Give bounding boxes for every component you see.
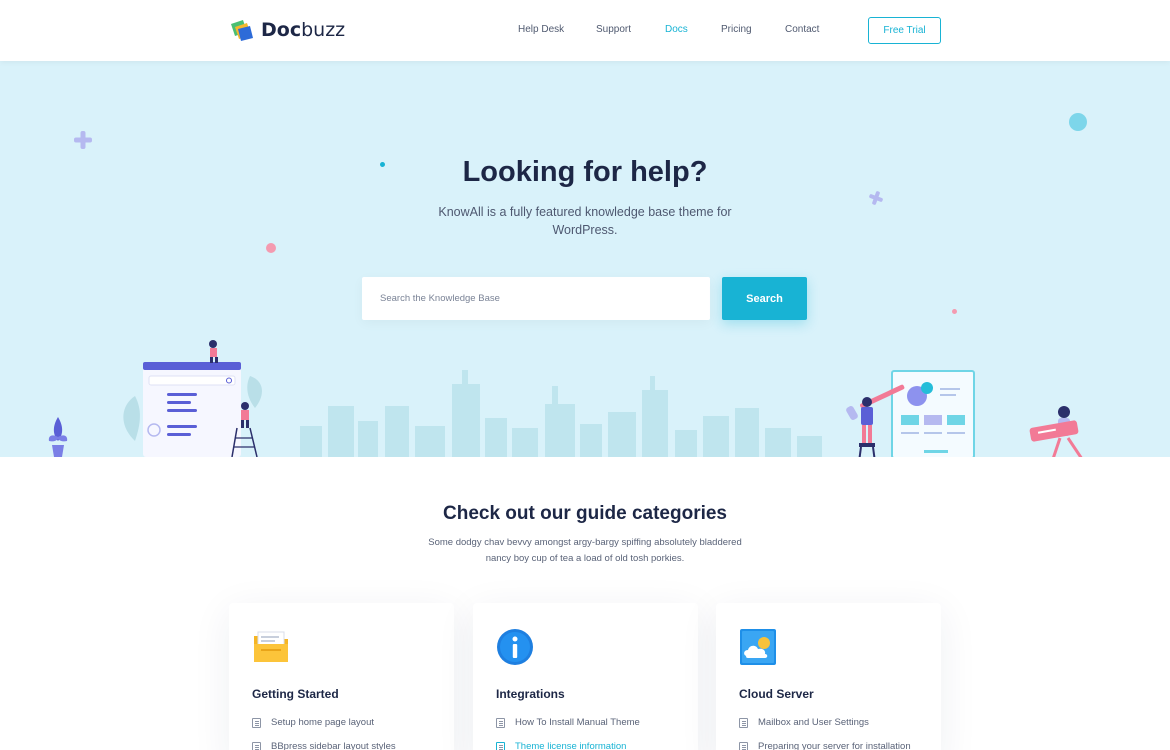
categories-title: Check out our guide categories bbox=[443, 503, 727, 524]
nav-support[interactable]: Support bbox=[596, 24, 631, 35]
search-button[interactable]: Search bbox=[722, 277, 807, 320]
card-title: Integrations bbox=[496, 687, 565, 701]
dot-shape bbox=[266, 243, 276, 253]
category-card-integrations[interactable]: Integrations How To Install Manual Theme… bbox=[473, 603, 698, 750]
search-input[interactable] bbox=[362, 277, 710, 320]
article-link[interactable]: Mailbox and User Settings bbox=[739, 717, 869, 728]
article-link[interactable]: How To Install Manual Theme bbox=[496, 717, 640, 728]
info-icon bbox=[497, 629, 533, 665]
brand-name: Docbuzz bbox=[261, 19, 346, 41]
document-icon bbox=[739, 741, 748, 750]
brand-logo[interactable]: Docbuzz bbox=[229, 18, 345, 42]
article-link[interactable]: Setup home page layout bbox=[252, 717, 374, 728]
article-link[interactable]: Theme license information bbox=[496, 741, 626, 750]
nav-contact[interactable]: Contact bbox=[785, 24, 819, 35]
hero-title: Looking for help? bbox=[462, 156, 708, 188]
card-title: Cloud Server bbox=[739, 687, 814, 701]
category-card-getting-started[interactable]: Getting Started Setup home page layout B… bbox=[229, 603, 454, 750]
site-header: Docbuzz Help Desk Support Docs Pricing C… bbox=[0, 0, 1170, 61]
dot-shape bbox=[1069, 113, 1087, 131]
categories-subtitle: Some dodgy chav bevvy amongst argy-bargy… bbox=[428, 537, 742, 564]
document-icon bbox=[252, 717, 261, 728]
document-icon bbox=[739, 717, 748, 728]
article-link[interactable]: BBpress sidebar layout styles bbox=[252, 741, 396, 750]
cloud-icon bbox=[740, 629, 776, 665]
logo-icon bbox=[231, 20, 253, 41]
card-title: Getting Started bbox=[252, 687, 339, 701]
checklist-illustration bbox=[123, 340, 262, 457]
plus-shape-icon bbox=[74, 131, 92, 149]
nav-help-desk[interactable]: Help Desk bbox=[518, 24, 564, 35]
cross-shape-icon bbox=[869, 191, 883, 205]
document-icon bbox=[496, 741, 505, 750]
designer-illustration bbox=[846, 370, 1083, 457]
article-link[interactable]: Preparing your server for installation bbox=[739, 741, 911, 750]
city-skyline-illustration bbox=[300, 370, 822, 457]
free-trial-button[interactable]: Free Trial bbox=[868, 17, 941, 44]
document-icon bbox=[496, 717, 505, 728]
hero-subtitle: KnowAll is a fully featured knowledge ba… bbox=[438, 205, 732, 237]
category-card-cloud-server[interactable]: Cloud Server Mailbox and User Settings P… bbox=[716, 603, 941, 750]
plant-illustration bbox=[48, 417, 68, 457]
dot-shape bbox=[952, 309, 957, 314]
hero-section: Looking for help? KnowAll is a fully fea… bbox=[0, 61, 1170, 457]
document-icon bbox=[252, 741, 261, 750]
folder-icon bbox=[254, 631, 288, 662]
nav-pricing[interactable]: Pricing bbox=[721, 24, 752, 35]
nav-docs[interactable]: Docs bbox=[665, 24, 688, 35]
